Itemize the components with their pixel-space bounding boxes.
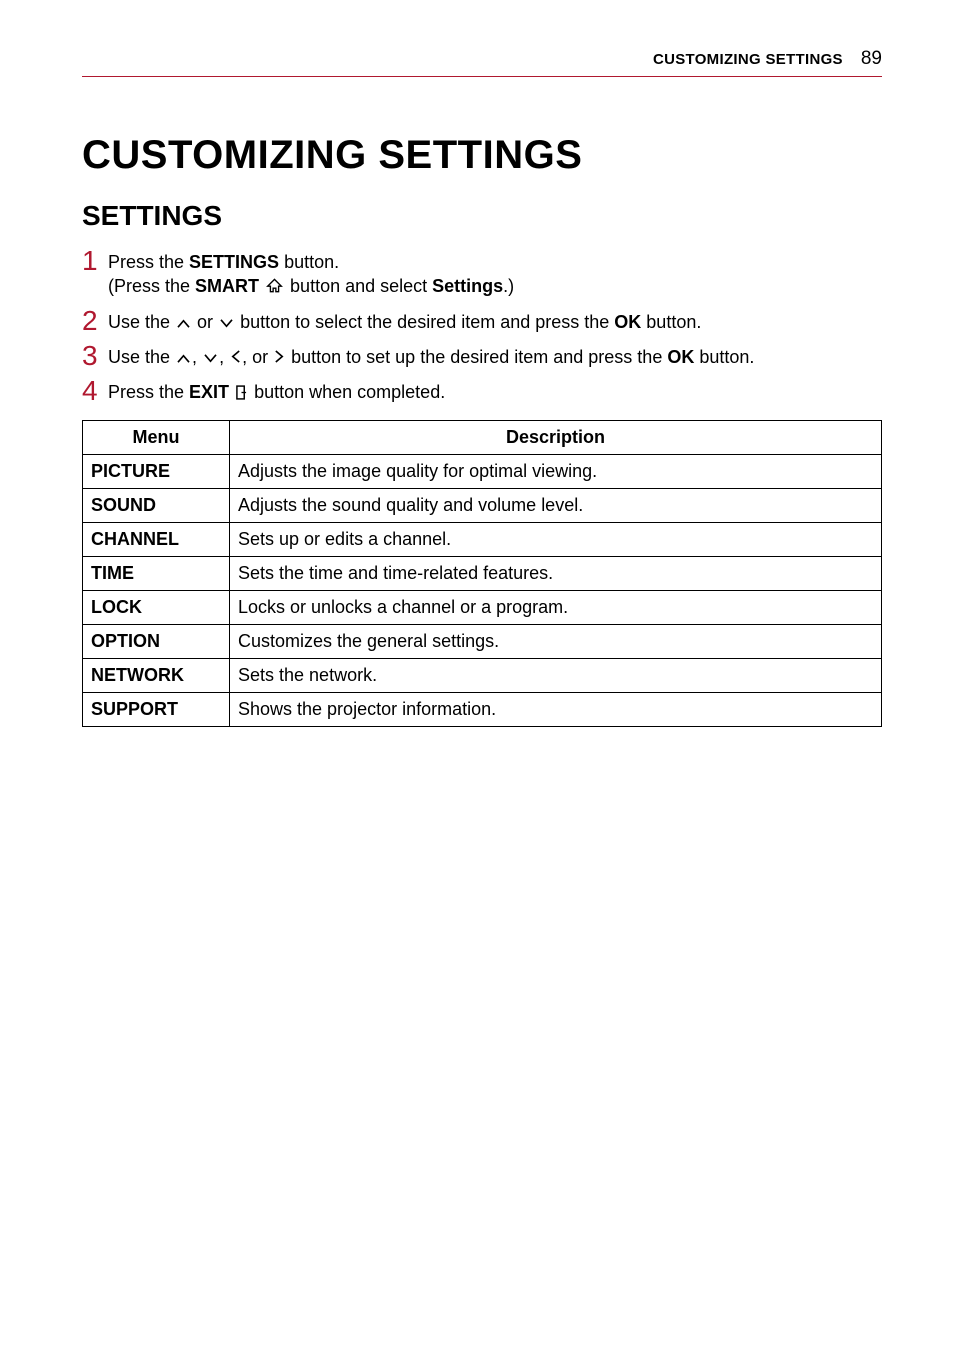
step-number: 2 — [82, 306, 108, 335]
step-number: 1 — [82, 246, 108, 275]
chevron-right-icon — [274, 346, 285, 370]
button-label: Settings — [432, 276, 503, 296]
button-label: EXIT — [189, 382, 229, 402]
step-body: Press the SETTINGS button. (Press the SM… — [108, 246, 514, 300]
text: button when completed. — [249, 382, 445, 402]
chevron-up-icon — [176, 311, 191, 335]
menu-name: TIME — [83, 556, 230, 590]
menu-desc: Adjusts the sound quality and volume lev… — [230, 488, 882, 522]
step-body: Use the , , , or button to set up the de… — [108, 341, 754, 370]
table-row: CHANNEL Sets up or edits a channel. — [83, 522, 882, 556]
menu-name: OPTION — [83, 624, 230, 658]
chevron-left-icon — [230, 346, 241, 370]
text: (Press the — [108, 276, 195, 296]
text: Use the — [108, 312, 175, 332]
text: , — [192, 347, 202, 367]
page-header: CUSTOMIZING SETTINGS 89 — [82, 48, 882, 77]
step-body: Press the EXIT button when completed. — [108, 376, 445, 405]
chevron-down-icon — [203, 346, 218, 370]
menu-name: SOUND — [83, 488, 230, 522]
sub-line: (Press the SMART button and select Setti… — [108, 274, 514, 299]
text — [259, 276, 264, 296]
section-title: SETTINGS — [82, 200, 882, 232]
exit-icon — [236, 382, 247, 406]
table-row: SOUND Adjusts the sound quality and volu… — [83, 488, 882, 522]
table-row: TIME Sets the time and time-related feat… — [83, 556, 882, 590]
text: , or — [242, 347, 273, 367]
button-label: OK — [667, 347, 694, 367]
col-header-menu: Menu — [83, 420, 230, 454]
text — [229, 382, 234, 402]
menu-desc: Locks or unlocks a channel or a program. — [230, 590, 882, 624]
chevron-down-icon — [219, 311, 234, 335]
text: button to select the desired item and pr… — [235, 312, 614, 332]
menu-name: CHANNEL — [83, 522, 230, 556]
table-row: LOCK Locks or unlocks a channel or a pro… — [83, 590, 882, 624]
step-body: Use the or button to select the desired … — [108, 306, 701, 335]
text: button. — [694, 347, 754, 367]
menu-desc: Adjusts the image quality for optimal vi… — [230, 454, 882, 488]
menu-name: NETWORK — [83, 658, 230, 692]
step-3: 3 Use the , , , or button to set up the … — [82, 341, 882, 370]
step-4: 4 Press the EXIT button when completed. — [82, 376, 882, 405]
col-header-description: Description — [230, 420, 882, 454]
step-number: 4 — [82, 376, 108, 405]
table-row: SUPPORT Shows the projector information. — [83, 692, 882, 726]
page-title: CUSTOMIZING SETTINGS — [82, 133, 882, 178]
menu-desc: Shows the projector information. — [230, 692, 882, 726]
menu-name: LOCK — [83, 590, 230, 624]
table-row: NETWORK Sets the network. — [83, 658, 882, 692]
text: button. — [641, 312, 701, 332]
menu-name: SUPPORT — [83, 692, 230, 726]
table-row: OPTION Customizes the general settings. — [83, 624, 882, 658]
menu-table: Menu Description PICTURE Adjusts the ima… — [82, 420, 882, 727]
text: button. — [279, 252, 339, 272]
header-section-title: CUSTOMIZING SETTINGS — [653, 51, 843, 68]
button-label: SETTINGS — [189, 252, 279, 272]
home-icon — [266, 275, 283, 299]
table-row: PICTURE Adjusts the image quality for op… — [83, 454, 882, 488]
menu-desc: Sets the network. — [230, 658, 882, 692]
step-number: 3 — [82, 341, 108, 370]
steps-list: 1 Press the SETTINGS button. (Press the … — [82, 246, 882, 406]
chevron-up-icon — [176, 346, 191, 370]
button-label: OK — [614, 312, 641, 332]
step-2: 2 Use the or button to select the desire… — [82, 306, 882, 335]
button-label: SMART — [195, 276, 259, 296]
header-page-number: 89 — [861, 48, 882, 70]
menu-desc: Customizes the general settings. — [230, 624, 882, 658]
text: Press the — [108, 382, 189, 402]
step-1: 1 Press the SETTINGS button. (Press the … — [82, 246, 882, 300]
menu-desc: Sets up or edits a channel. — [230, 522, 882, 556]
menu-name: PICTURE — [83, 454, 230, 488]
table-header-row: Menu Description — [83, 420, 882, 454]
text: Use the — [108, 347, 175, 367]
text: , — [219, 347, 229, 367]
page-content: CUSTOMIZING SETTINGS 89 CUSTOMIZING SETT… — [0, 0, 954, 799]
text: button to set up the desired item and pr… — [286, 347, 667, 367]
text: or — [192, 312, 218, 332]
text: .) — [503, 276, 514, 296]
menu-desc: Sets the time and time-related features. — [230, 556, 882, 590]
text: button and select — [285, 276, 432, 296]
text: Press the — [108, 252, 189, 272]
